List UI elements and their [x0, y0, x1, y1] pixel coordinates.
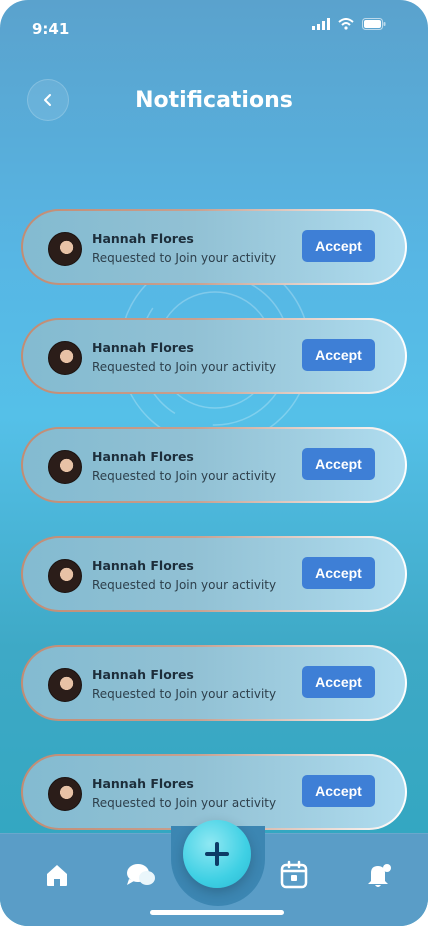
- status-icons: [312, 18, 386, 30]
- notification-name: Hannah Flores: [92, 558, 194, 573]
- signal-icon: [312, 18, 330, 30]
- avatar: [48, 559, 82, 593]
- page-title: Notifications: [135, 88, 293, 113]
- home-indicator: [150, 910, 284, 915]
- notification-message: Requested to Join your activity: [92, 360, 277, 374]
- battery-icon: [362, 18, 386, 30]
- notification-message: Requested to Join your activity: [92, 578, 277, 592]
- notification-name: Hannah Flores: [92, 340, 194, 355]
- notification-card: Hannah Flores Requested to Join your act…: [21, 318, 407, 394]
- notification-message: Requested to Join your activity: [92, 251, 277, 265]
- notification-name: Hannah Flores: [92, 231, 194, 246]
- notification-card: Hannah Flores Requested to Join your act…: [21, 427, 407, 503]
- nav-calendar[interactable]: [277, 858, 311, 892]
- accept-button[interactable]: Accept: [302, 230, 375, 262]
- nav-chat[interactable]: [124, 858, 158, 892]
- accept-button[interactable]: Accept: [302, 448, 375, 480]
- status-bar: 9:41: [0, 0, 428, 54]
- notification-message: Requested to Join your activity: [92, 469, 277, 483]
- nav-home[interactable]: [40, 858, 74, 892]
- add-icon: [205, 842, 229, 866]
- add-button[interactable]: [183, 820, 251, 888]
- accept-button[interactable]: Accept: [302, 666, 375, 698]
- notification-card: Hannah Flores Requested to Join your act…: [21, 536, 407, 612]
- notifications-screen: 9:41 Notifications Hannah Flores Request…: [0, 0, 428, 926]
- notification-message: Requested to Join your activity: [92, 687, 277, 701]
- nav-notifications[interactable]: [362, 858, 396, 892]
- notification-name: Hannah Flores: [92, 667, 194, 682]
- avatar: [48, 668, 82, 702]
- chat-icon: [127, 864, 155, 885]
- calendar-icon: [280, 860, 308, 889]
- avatar: [48, 341, 82, 375]
- notification-name: Hannah Flores: [92, 776, 194, 791]
- notification-name: Hannah Flores: [92, 449, 194, 464]
- avatar: [48, 232, 82, 266]
- accept-button[interactable]: Accept: [302, 775, 375, 807]
- home-icon: [47, 865, 67, 886]
- wifi-icon: [338, 18, 354, 30]
- notification-message: Requested to Join your activity: [92, 796, 277, 810]
- avatar: [48, 777, 82, 811]
- notification-card: Hannah Flores Requested to Join your act…: [21, 754, 407, 830]
- status-time: 9:41: [32, 20, 70, 38]
- accept-button[interactable]: Accept: [302, 339, 375, 371]
- bell-icon: [368, 864, 391, 887]
- accept-button[interactable]: Accept: [302, 557, 375, 589]
- avatar: [48, 450, 82, 484]
- notification-card: Hannah Flores Requested to Join your act…: [21, 645, 407, 721]
- notification-card: Hannah Flores Requested to Join your act…: [21, 209, 407, 285]
